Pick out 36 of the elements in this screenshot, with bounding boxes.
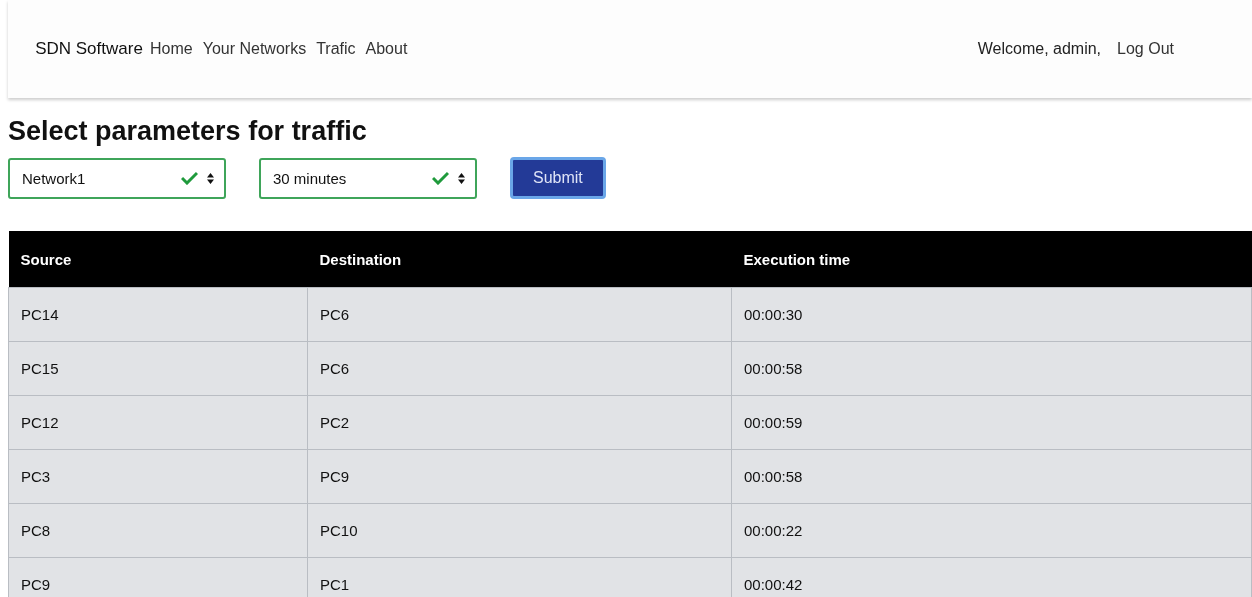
table-cell: 00:00:59 [731,395,1252,450]
table-cell: PC9 [8,557,308,597]
submit-button[interactable]: Submit [510,157,606,199]
table-cell: PC14 [8,287,308,342]
column-header: Execution time [731,231,1252,288]
select-field[interactable]: Network1 [8,157,226,199]
table-cell: PC3 [8,449,308,504]
table-cell: PC12 [8,395,308,450]
table-cell: 00:00:42 [731,557,1252,597]
table-cell: PC15 [8,341,308,396]
page-heading: Select parameters for traffic [8,116,368,147]
table-cell: PC2 [307,395,732,450]
table-cell: PC6 [307,341,732,396]
table-cell: PC8 [8,503,308,558]
table-cell: PC10 [307,503,732,558]
table-cell: 00:00:22 [731,503,1252,558]
select-field[interactable]: 30 minutes [259,157,477,199]
table-cell: PC9 [307,449,732,504]
table-cell: PC6 [307,287,732,342]
check-icon [432,171,449,185]
sort-caret-icon [458,172,465,184]
nav-link[interactable]: Home [150,40,193,58]
nav-link[interactable]: About [365,40,408,58]
welcome-text: Welcome, admin, [977,40,1102,58]
sort-caret-icon [207,172,214,184]
column-header: Source [8,231,308,288]
column-header: Destination [307,231,732,288]
brand-name[interactable]: SDN Software [34,36,144,62]
table-cell: 00:00:30 [731,287,1252,342]
logout-link[interactable]: Log Out [1117,40,1174,58]
nav-link[interactable]: Trafic [316,40,356,58]
table-cell: 00:00:58 [731,449,1252,504]
table-cell: PC1 [307,557,732,597]
table-cell: 00:00:58 [731,341,1252,396]
nav-link[interactable]: Your Networks [202,40,307,58]
check-icon [181,171,198,185]
